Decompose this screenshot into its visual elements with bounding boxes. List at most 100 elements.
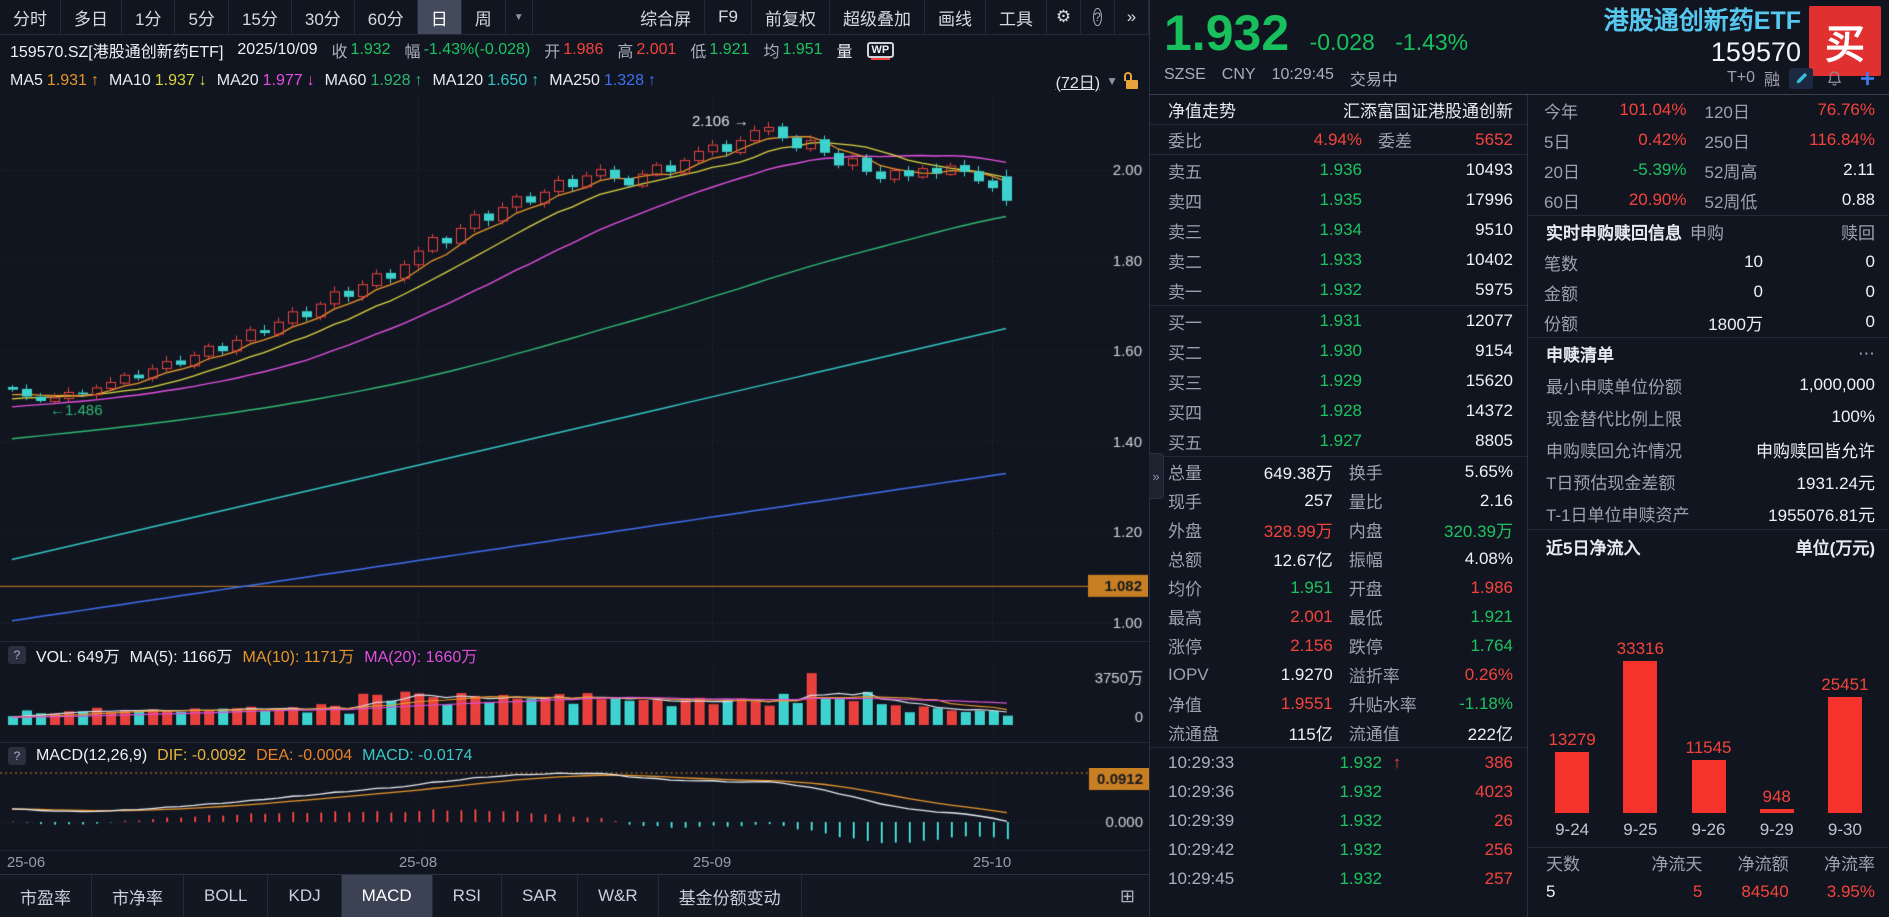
ma-item: MA10 1.937↓: [109, 72, 207, 90]
tab-5min[interactable]: 5分: [175, 0, 228, 34]
tick-row[interactable]: 10:29:39 1.932 26: [1150, 806, 1527, 835]
detail-panel: 今年 101.04% 120日 76.76% 5日 0.42% 250日 116…: [1528, 95, 1889, 917]
gear-icon[interactable]: ⚙: [1047, 0, 1081, 34]
tab-weekly[interactable]: 周: [462, 0, 506, 34]
bid-row[interactable]: 买二 1.930 9154: [1150, 336, 1527, 366]
dif-value: -0.0092: [192, 747, 246, 764]
volume-help-icon[interactable]: ?: [8, 646, 26, 664]
f9-button[interactable]: F9: [705, 0, 752, 34]
tick-row[interactable]: 10:29:45 1.932 257: [1150, 864, 1527, 893]
indicator-tab-市盈率[interactable]: 市盈率: [0, 875, 92, 917]
flow-bar-column[interactable]: 33316: [1606, 639, 1674, 813]
vol-value: 649万: [77, 649, 120, 666]
performance-row: 20日 -5.39% 52周高 2.11: [1528, 155, 1889, 185]
more-chevron-icon[interactable]: »: [1115, 0, 1149, 34]
indicator-tab-BOLL[interactable]: BOLL: [184, 875, 268, 917]
dif-label: DIF:: [157, 747, 187, 764]
candlestick-chart-canvas[interactable]: [0, 96, 1148, 641]
net-days-value: 5: [1616, 882, 1702, 902]
indicator-tab-RSI[interactable]: RSI: [433, 875, 502, 917]
super-overlay-button[interactable]: 超级叠加: [830, 0, 925, 34]
ask-row[interactable]: 卖四 1.935 17996: [1150, 185, 1527, 215]
fund-manager-name[interactable]: 汇添富国证港股通创新: [1343, 97, 1513, 122]
tools-button[interactable]: 工具: [986, 0, 1047, 34]
ma-item: MA60 1.928↑: [325, 72, 423, 90]
flow-table-header: 天数 净流天 净流额 净流率: [1528, 847, 1889, 877]
ask-row[interactable]: 卖五 1.936 10493: [1150, 155, 1527, 185]
macd-help-icon[interactable]: ?: [8, 747, 26, 765]
creation-list-row: T日预估现金差额 1931.24元: [1528, 465, 1889, 497]
security-code: 159570: [1604, 36, 1801, 68]
add-plus-icon[interactable]: [1855, 68, 1879, 89]
indicator-tab-bar: 市盈率市净率BOLLKDJMACDRSISARW&R基金份额变动 ⊞: [0, 874, 1149, 917]
flow-bar: [1828, 697, 1862, 813]
ma-item: MA20 1.977↓: [217, 72, 315, 90]
currency-label: CNY: [1222, 66, 1256, 90]
tab-15min[interactable]: 15分: [229, 0, 292, 34]
ask-row[interactable]: 卖一 1.932 5975: [1150, 275, 1527, 305]
bid-row[interactable]: 买五 1.927 8805: [1150, 426, 1527, 456]
indicator-tab-基金份额变动[interactable]: 基金份额变动: [659, 875, 802, 917]
macd-chart-canvas[interactable]: [0, 768, 1149, 850]
flow-bar-column[interactable]: 948: [1743, 787, 1811, 813]
high-value: 2.001: [636, 41, 676, 59]
bid-row[interactable]: 买三 1.929 15620: [1150, 366, 1527, 396]
composite-screen-button[interactable]: 综合屏: [627, 0, 705, 34]
period-caret-icon[interactable]: ▼: [1106, 74, 1118, 88]
flow-bar-column[interactable]: 11545: [1674, 738, 1742, 813]
tab-duori[interactable]: 多日: [61, 0, 122, 34]
indicator-tab-SAR[interactable]: SAR: [502, 875, 578, 917]
tick-row[interactable]: 10:29:36 1.932 4023: [1150, 777, 1527, 806]
more-ellipsis-icon[interactable]: ⋯: [1858, 344, 1875, 364]
bid-row[interactable]: 买四 1.928 14372: [1150, 396, 1527, 426]
help-icon[interactable]: ?: [1081, 0, 1115, 34]
toolbar-right-group: 综合屏 F9 前复权 超级叠加 画线 工具 ⚙ ? »: [627, 0, 1149, 34]
period-dropdown-icon[interactable]: ▼: [506, 0, 533, 34]
creation-list-row: 最小申赎单位份额 1,000,000: [1528, 369, 1889, 401]
flow-bar-column[interactable]: 25451: [1811, 675, 1879, 813]
indicator-tab-MACD[interactable]: MACD: [342, 875, 433, 917]
tick-row[interactable]: 10:29:42 1.932 256: [1150, 835, 1527, 864]
period-range-label[interactable]: (72日): [1056, 69, 1100, 93]
ask-row[interactable]: 卖三 1.934 9510: [1150, 215, 1527, 245]
subscription-row: 份额 1800万 0: [1528, 307, 1889, 337]
draw-line-button[interactable]: 画线: [925, 0, 986, 34]
bid-row[interactable]: 买一 1.931 12077: [1150, 306, 1527, 336]
tab-fenshi[interactable]: 分时: [0, 0, 61, 34]
range-value: -1.43%(-0.028): [424, 41, 531, 59]
trade-date: 2025/10/09: [237, 41, 317, 59]
subscription-rows: 笔数 10 0 金额 0 0 份额 1800万: [1528, 247, 1889, 337]
close-label: 收: [331, 38, 347, 62]
unlock-icon[interactable]: [1124, 72, 1139, 89]
quote-section: 1.932 -0.028 -1.43% 港股通创新药ETF 159570 买 S…: [1150, 0, 1889, 917]
performance-row: 5日 0.42% 250日 116.84%: [1528, 125, 1889, 155]
alert-bell-icon[interactable]: [1822, 68, 1846, 89]
grid-layout-icon[interactable]: ⊞: [1106, 875, 1149, 917]
ask-row[interactable]: 卖二 1.933 10402: [1150, 245, 1527, 275]
indicator-tab-W&R[interactable]: W&R: [578, 875, 659, 917]
tab-30min[interactable]: 30分: [292, 0, 355, 34]
avg-label: 均: [763, 38, 779, 62]
macd-value: -0.0174: [418, 747, 472, 764]
vol-ma20-label: MA(20):: [364, 649, 421, 666]
wp-monitor-icon[interactable]: WP: [867, 42, 895, 58]
weibi-label: 委比: [1168, 127, 1234, 152]
edit-pencil-icon[interactable]: [1789, 68, 1813, 89]
tab-60min[interactable]: 60分: [355, 0, 418, 34]
forward-adjust-button[interactable]: 前复权: [752, 0, 830, 34]
tab-daily[interactable]: 日: [418, 0, 462, 34]
flow-bar-column[interactable]: 13279: [1538, 730, 1606, 813]
indicator-tab-市净率[interactable]: 市净率: [92, 875, 184, 917]
flow-bar: [1692, 760, 1726, 813]
t0-badge: T+0: [1727, 69, 1755, 87]
indicator-tab-KDJ[interactable]: KDJ: [268, 875, 341, 917]
stat-rows: 总量 649.38万 换手 5.65% 现手 257 量比 2.16: [1150, 456, 1527, 747]
nav-link-nav-trend[interactable]: 净值走势: [1168, 97, 1236, 122]
subscribe-col-label: 申购: [1690, 219, 1724, 244]
tab-1min[interactable]: 1分: [122, 0, 175, 34]
date-axis-label: 25-08: [399, 854, 437, 871]
weibi-value: 4.94%: [1234, 130, 1362, 150]
tick-row[interactable]: 10:29:33 1.932 ↑ 386: [1150, 748, 1527, 777]
volume-chart-canvas[interactable]: [0, 667, 1149, 742]
collapse-panel-handle[interactable]: »: [1149, 453, 1164, 499]
